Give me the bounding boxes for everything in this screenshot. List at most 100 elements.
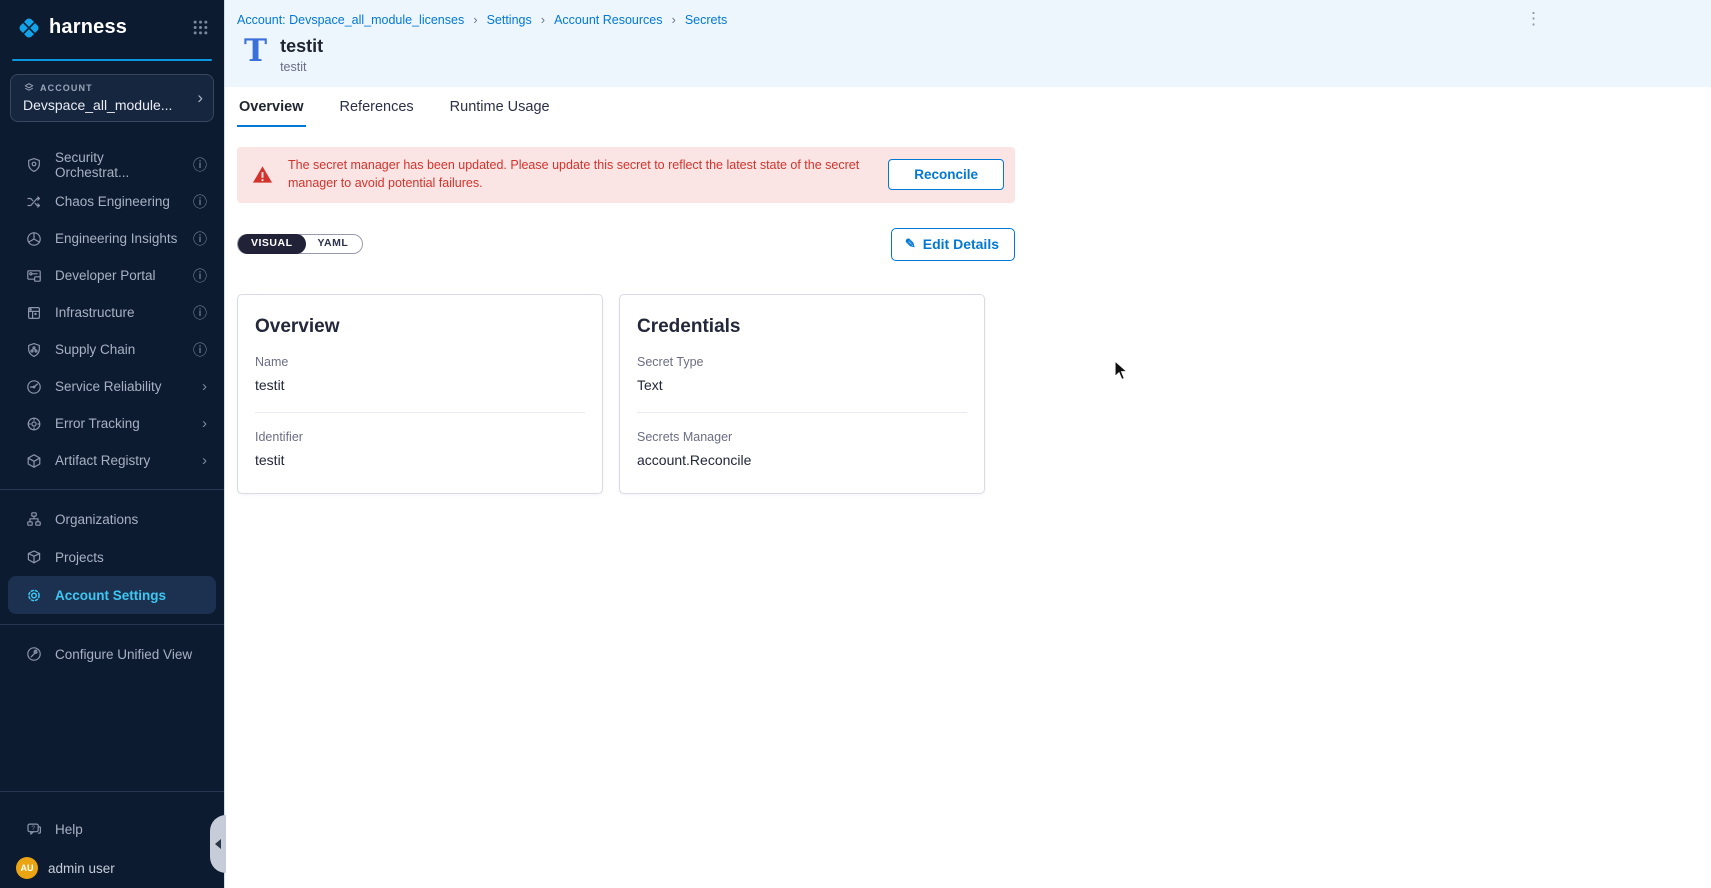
breadcrumb: Account: Devspace_all_module_licenses › … <box>237 12 1711 27</box>
breadcrumb-separator-icon: › <box>473 12 477 27</box>
sidebar-item-developer-portal[interactable]: Developer Portal ⓘ <box>0 257 224 294</box>
sidebar-item-supply-chain[interactable]: Supply Chain ⓘ <box>0 331 224 368</box>
sidebar-item-label: Artifact Registry <box>55 453 150 468</box>
info-icon[interactable]: ⓘ <box>193 306 207 320</box>
target-icon <box>26 416 42 432</box>
sidebar-item-security-orchestration[interactable]: Security Orchestrat... ⓘ <box>0 146 224 183</box>
info-icon[interactable]: ⓘ <box>193 269 207 283</box>
page-subtitle: testit <box>280 60 323 74</box>
sidebar-item-artifact-registry[interactable]: Artifact Registry › <box>0 442 224 479</box>
field-value: Text <box>637 377 967 393</box>
sidebar-item-label: Chaos Engineering <box>55 194 170 209</box>
chevron-right-icon: › <box>197 89 203 106</box>
card-title: Overview <box>255 316 585 338</box>
visual-yaml-toggle: VISUAL YAML <box>237 234 363 254</box>
reconcile-button[interactable]: Reconcile <box>888 159 1004 190</box>
overview-card: Overview Name testit Identifier testit <box>237 294 603 494</box>
edit-details-button[interactable]: ✎ Edit Details <box>891 228 1015 261</box>
warning-icon <box>252 165 273 184</box>
org-chart-icon <box>26 511 42 527</box>
tab-runtime-usage[interactable]: Runtime Usage <box>448 87 552 127</box>
tab-content: The secret manager has been updated. Ple… <box>225 127 1711 888</box>
tab-references[interactable]: References <box>338 87 416 127</box>
field-label: Secret Type <box>637 355 967 369</box>
info-icon[interactable]: ⓘ <box>193 195 207 209</box>
edit-details-label: Edit Details <box>923 236 999 252</box>
avatar: AU <box>16 857 38 879</box>
sidebar-item-label: Supply Chain <box>55 342 135 357</box>
breadcrumb-settings-link[interactable]: Settings <box>487 13 532 27</box>
sidebar-divider <box>0 624 224 625</box>
tab-bar: Overview References Runtime Usage <box>225 87 1711 127</box>
main-content: Account: Devspace_all_module_licenses › … <box>225 0 1711 888</box>
credentials-card: Credentials Secret Type Text Secrets Man… <box>619 294 985 494</box>
sidebar-item-chaos-engineering[interactable]: Chaos Engineering ⓘ <box>0 183 224 220</box>
sidebar-item-projects[interactable]: Projects <box>0 538 224 576</box>
sidebar-item-label: Infrastructure <box>55 305 135 320</box>
breadcrumb-account-resources-link[interactable]: Account Resources <box>554 13 662 27</box>
secret-type-text-icon: T <box>244 36 267 66</box>
sidebar-collapse-handle[interactable] <box>210 815 226 873</box>
user-name: admin user <box>48 861 115 876</box>
harness-logo[interactable]: harness <box>16 15 127 41</box>
field-label: Identifier <box>255 430 585 444</box>
user-menu[interactable]: AU admin user <box>0 848 224 888</box>
sidebar-item-label: Organizations <box>55 512 138 527</box>
chevron-right-icon: › <box>202 379 207 394</box>
tab-overview[interactable]: Overview <box>237 87 306 127</box>
sidebar-item-label: Projects <box>55 550 104 565</box>
info-icon[interactable]: ⓘ <box>193 343 207 357</box>
sidebar-item-label: Help <box>55 822 83 837</box>
wrench-circle-icon <box>26 646 42 662</box>
sidebar-item-label: Engineering Insights <box>55 231 177 246</box>
field-label: Name <box>255 355 585 369</box>
shield-icon <box>26 157 42 173</box>
field-label: Secrets Manager <box>637 430 967 444</box>
gauge-icon <box>26 379 42 395</box>
breadcrumb-separator-icon: › <box>541 12 545 27</box>
toggle-yaml[interactable]: YAML <box>306 234 361 254</box>
field-value: testit <box>255 452 585 468</box>
breadcrumb-secrets-link[interactable]: Secrets <box>685 13 727 27</box>
account-scope-label: ACCOUNT <box>40 83 93 93</box>
sidebar-item-error-tracking[interactable]: Error Tracking › <box>0 405 224 442</box>
portal-icon <box>26 268 42 284</box>
sidebar-item-label: Service Reliability <box>55 379 162 394</box>
secret-manager-warning-banner: The secret manager has been updated. Ple… <box>237 147 1015 203</box>
field-value: account.Reconcile <box>637 452 967 468</box>
card-divider <box>255 412 585 413</box>
sidebar-item-label: Security Orchestrat... <box>55 150 180 180</box>
sidebar-item-label: Configure Unified View <box>55 647 192 662</box>
page-header: Account: Devspace_all_module_licenses › … <box>225 0 1711 87</box>
help-chat-icon: ? <box>26 821 42 838</box>
sidebar-item-organizations[interactable]: Organizations <box>0 500 224 538</box>
sidebar-item-configure-unified-view[interactable]: Configure Unified View <box>0 635 224 673</box>
account-scope-selector[interactable]: ACCOUNT Devspace_all_module... › <box>10 74 214 122</box>
layers-icon <box>23 82 35 94</box>
sidebar-item-account-settings[interactable]: Account Settings <box>8 576 216 614</box>
chevron-left-icon <box>215 839 221 849</box>
sidebar-item-infrastructure[interactable]: Infrastructure ⓘ <box>0 294 224 331</box>
page-title: testit <box>280 36 323 57</box>
field-value: testit <box>255 377 585 393</box>
sidebar-divider <box>0 489 224 490</box>
sidebar-item-label: Error Tracking <box>55 416 140 431</box>
kebab-menu-icon[interactable]: ⋮ <box>1519 8 1548 30</box>
module-grid-icon[interactable] <box>193 20 208 35</box>
breadcrumb-account-link[interactable]: Account: Devspace_all_module_licenses <box>237 13 464 27</box>
pencil-icon: ✎ <box>905 236 916 252</box>
toggle-visual[interactable]: VISUAL <box>238 234 306 254</box>
sidebar-item-service-reliability[interactable]: Service Reliability › <box>0 368 224 405</box>
sidebar-accent-rule <box>12 59 212 61</box>
info-icon[interactable]: ⓘ <box>193 232 207 246</box>
account-name: Devspace_all_module... <box>23 97 172 113</box>
breadcrumb-separator-icon: › <box>671 12 675 27</box>
info-icon[interactable]: ⓘ <box>193 158 207 172</box>
sidebar-divider <box>0 791 224 792</box>
sidebar-item-help[interactable]: ? Help <box>0 810 224 848</box>
sidebar-item-engineering-insights[interactable]: Engineering Insights ⓘ <box>0 220 224 257</box>
svg-text:?: ? <box>31 825 35 832</box>
sidebar-item-label: Developer Portal <box>55 268 156 283</box>
building-icon <box>26 305 42 321</box>
chevron-right-icon: › <box>202 453 207 468</box>
